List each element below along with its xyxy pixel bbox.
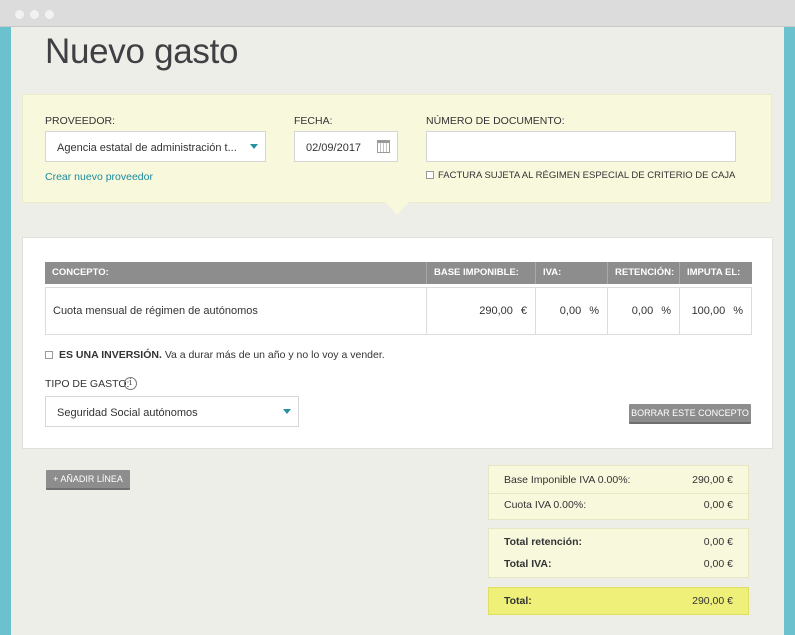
calendar-icon[interactable] [377, 140, 390, 153]
inversion-label: ES UNA INVERSIÓN. Va a durar más de un a… [59, 349, 385, 361]
total-iva-label: Total IVA: [504, 558, 552, 570]
column-header-concepto: CONCEPTO: [52, 267, 109, 278]
add-line-button[interactable]: + AÑADIR LÍNEA [46, 470, 130, 490]
tipo-gasto-label: TIPO DE GASTO: [45, 378, 130, 390]
fecha-field[interactable]: 02/09/2017 [294, 131, 398, 162]
proveedor-label: PROVEEDOR: [45, 115, 116, 127]
borrar-concepto-button[interactable]: BORRAR ESTE CONCEPTO [629, 404, 751, 424]
criterio-caja-checkbox[interactable] [426, 171, 434, 179]
tipo-gasto-select[interactable]: Seguridad Social autónomos [45, 396, 299, 427]
total-iva-row: Total IVA: 0,00 € [489, 553, 748, 576]
total-iva-value: 0,00 € [703, 558, 733, 570]
browser-chrome [0, 0, 795, 27]
total-retencion-row: Total retención: 0,00 € [489, 531, 748, 554]
window-dot-icon [45, 10, 54, 19]
chevron-down-icon [283, 409, 291, 414]
base-value: 290,00 [479, 305, 513, 317]
window-dot-icon [30, 10, 39, 19]
total-retencion-label: Total retención: [504, 536, 582, 548]
imputa-unit: % [733, 305, 743, 317]
criterio-caja-label: FACTURA SUJETA AL RÉGIMEN ESPECIAL DE CR… [438, 170, 736, 181]
invoice-header-panel: PROVEEDOR: Agencia estatal de administra… [22, 94, 772, 203]
page-content: Nuevo gasto PROVEEDOR: Agencia estatal d… [11, 27, 784, 635]
concept-table-header: CONCEPTO: BASE IMPONIBLE: IVA: RETENCIÓN… [45, 262, 752, 284]
column-header-base-imponible: BASE IMPONIBLE: [426, 262, 535, 284]
totals-box: Total retención: 0,00 € Total IVA: 0,00 … [488, 528, 749, 578]
base-imponible-row: Base Imponible IVA 0.00%: 290,00 € [489, 469, 748, 492]
page-title: Nuevo gasto [45, 32, 239, 71]
proveedor-select[interactable]: Agencia estatal de administración t... [45, 131, 266, 162]
fecha-label: FECHA: [294, 115, 333, 127]
total-retencion-value: 0,00 € [703, 536, 733, 548]
table-row: Cuota mensual de régimen de autónomos 29… [45, 287, 752, 335]
fecha-value: 02/09/2017 [306, 142, 362, 154]
iva-value: 0,00 [559, 305, 582, 317]
grand-total-label: Total: [504, 595, 532, 607]
cuota-iva-row: Cuota IVA 0.00%: 0,00 € [489, 494, 748, 517]
inversion-checkbox[interactable] [45, 351, 53, 359]
retencion-value: 0,00 [631, 305, 654, 317]
numero-documento-label: NÚMERO DE DOCUMENTO: [426, 115, 565, 127]
base-imponible-input[interactable]: 290,00 € [426, 288, 535, 334]
cuota-iva-value: 0,00 € [703, 499, 733, 511]
proveedor-value: Agencia estatal de administración t... [57, 142, 237, 154]
column-header-retencion: RETENCIÓN: [607, 262, 679, 284]
retencion-unit: % [661, 305, 671, 317]
column-header-imputa: IMPUTA EL: [679, 262, 752, 284]
grand-total-box: Total: 290,00 € [488, 587, 749, 615]
crear-proveedor-link[interactable]: Crear nuevo proveedor [45, 171, 153, 183]
panel-arrow [385, 202, 409, 215]
concept-card: CONCEPTO: BASE IMPONIBLE: IVA: RETENCIÓN… [22, 237, 773, 449]
window-dot-icon [15, 10, 24, 19]
numero-documento-input[interactable] [426, 131, 736, 162]
concepto-input[interactable]: Cuota mensual de régimen de autónomos [46, 288, 426, 334]
imputa-input[interactable]: 100,00% [679, 288, 751, 334]
chevron-down-icon [250, 144, 258, 149]
imputa-value: 100,00 [691, 305, 726, 317]
base-imponible-total-label: Base Imponible IVA 0.00%: [504, 474, 631, 486]
retencion-input[interactable]: 0,00% [607, 288, 679, 334]
column-header-iva: IVA: [535, 262, 607, 284]
iva-input[interactable]: 0,00% [535, 288, 607, 334]
grand-total-value: 290,00 € [692, 595, 733, 607]
info-icon[interactable]: i [124, 377, 137, 390]
base-imponible-total-value: 290,00 € [692, 474, 733, 486]
iva-unit: % [589, 305, 599, 317]
iva-breakdown-box: Base Imponible IVA 0.00%: 290,00 € Cuota… [488, 465, 749, 520]
base-unit: € [520, 305, 527, 317]
grand-total-row: Total: 290,00 € [489, 590, 748, 613]
inversion-bold-label: ES UNA INVERSIÓN. [59, 349, 162, 361]
inversion-rest-label: Va a durar más de un año y no lo voy a v… [164, 349, 385, 361]
cuota-iva-label: Cuota IVA 0.00%: [504, 499, 587, 511]
tipo-gasto-value: Seguridad Social autónomos [57, 407, 198, 419]
